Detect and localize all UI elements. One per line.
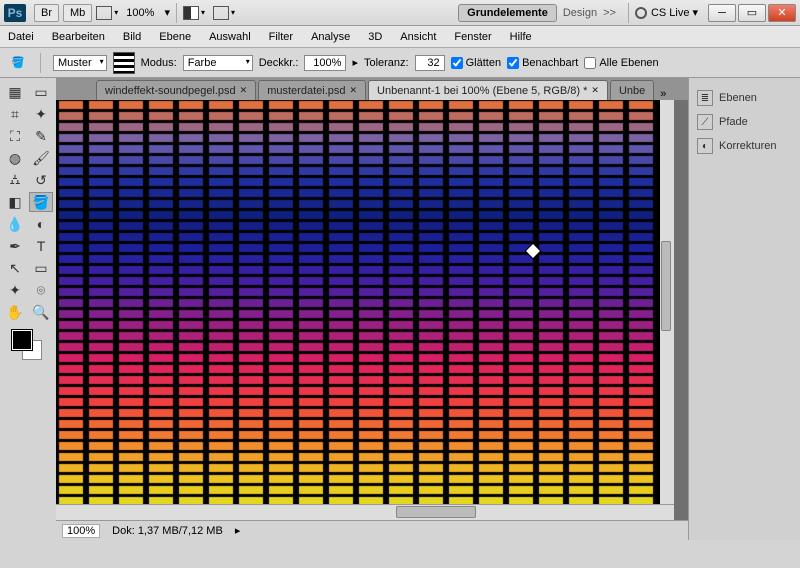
bridge-button[interactable]: Br: [34, 4, 59, 22]
maximize-button[interactable]: ▭: [738, 4, 766, 22]
workspace-design[interactable]: Design: [563, 7, 597, 19]
menu-hilfe[interactable]: Hilfe: [510, 31, 532, 43]
bucket-icon: 🪣: [8, 53, 28, 73]
bucket-tool[interactable]: 🪣: [29, 192, 53, 212]
zoom-tool[interactable]: 🔍: [29, 302, 53, 322]
close-icon[interactable]: ✕: [349, 85, 357, 96]
paths-icon: ⟋: [697, 114, 713, 130]
opacity-input[interactable]: 100%: [304, 55, 346, 71]
status-doc-size: Dok: 1,37 MB/7,12 MB: [112, 525, 223, 537]
pen-tool[interactable]: ✒: [3, 236, 27, 256]
chevron-icon[interactable]: ▸: [235, 524, 241, 537]
history-brush-tool[interactable]: ↺: [29, 170, 53, 190]
menu-3d[interactable]: 3D: [368, 31, 382, 43]
minimize-button[interactable]: ─: [708, 4, 736, 22]
status-zoom[interactable]: 100%: [62, 524, 100, 538]
shape-tool[interactable]: ▭: [29, 258, 53, 278]
menu-ebene[interactable]: Ebene: [159, 31, 191, 43]
eraser-tool[interactable]: ◧: [3, 192, 27, 212]
document-tabs: windeffekt-soundpegel.psd✕ musterdatei.p…: [56, 78, 688, 100]
screen-mode-dropdown[interactable]: ▾: [213, 6, 235, 20]
brush-tool[interactable]: 🖌: [29, 148, 53, 168]
layers-icon: ≣: [697, 90, 713, 106]
fill-source-select[interactable]: Muster: [53, 55, 107, 71]
tab-1[interactable]: windeffekt-soundpegel.psd✕: [96, 80, 256, 100]
options-bar: 🪣 Muster Modus: Farbe Deckkr.: 100% ▸ Tol…: [0, 48, 800, 78]
panel-pfade[interactable]: ⟋Pfade: [695, 110, 794, 134]
chevron-down-icon: ▾: [164, 6, 170, 19]
arrange-dropdown[interactable]: ▾: [183, 6, 205, 20]
crop-tool[interactable]: ⛶: [3, 126, 27, 146]
color-swatches[interactable]: [12, 330, 44, 362]
tolerance-label: Toleranz:: [364, 57, 409, 69]
modus-select[interactable]: Farbe: [183, 55, 253, 71]
foreground-swatch[interactable]: [12, 330, 32, 350]
path-tool[interactable]: ↖: [3, 258, 27, 278]
workspace-more[interactable]: >>: [603, 7, 616, 19]
menu-fenster[interactable]: Fenster: [454, 31, 491, 43]
status-bar: 100% Dok: 1,37 MB/7,12 MB ▸: [56, 520, 688, 540]
contiguous-checkbox[interactable]: Benachbart: [507, 57, 578, 69]
hand-tool[interactable]: ✋: [3, 302, 27, 322]
menu-ansicht[interactable]: Ansicht: [400, 31, 436, 43]
marquee-tool[interactable]: ▭: [29, 82, 53, 102]
panel-korrekturen[interactable]: ◐Korrekturen: [695, 134, 794, 158]
menu-bearbeiten[interactable]: Bearbeiten: [52, 31, 105, 43]
ring-icon: [635, 7, 647, 19]
tab-4[interactable]: Unbe: [610, 80, 654, 100]
camera-tool[interactable]: ⌾: [29, 280, 53, 300]
antialias-checkbox[interactable]: Glätten: [451, 57, 501, 69]
pattern-swatch[interactable]: [113, 52, 135, 74]
menu-filter[interactable]: Filter: [269, 31, 293, 43]
workspace-button[interactable]: Grundelemente: [458, 4, 557, 22]
3d-tool[interactable]: ✦: [3, 280, 27, 300]
tab-3[interactable]: Unbenannt-1 bei 100% (Ebene 5, RGB/8) *✕: [368, 80, 608, 100]
close-icon[interactable]: ✕: [240, 85, 248, 96]
tab-overflow[interactable]: »: [660, 88, 666, 100]
cslive-button[interactable]: CS Live▾: [635, 6, 698, 19]
move-tool[interactable]: ▦: [3, 82, 27, 102]
zoom-level[interactable]: 100%: [126, 7, 154, 19]
menu-analyse[interactable]: Analyse: [311, 31, 350, 43]
menubar: Datei Bearbeiten Bild Ebene Auswahl Filt…: [0, 26, 800, 48]
canvas[interactable]: [56, 100, 674, 504]
separator: [176, 3, 177, 23]
tool-palette: ▦▭ ⌗✦ ⛶✎ ◍🖌 ⛼↺ ◧🪣 💧◐ ✒T ↖▭ ✦⌾ ✋🔍: [0, 78, 56, 540]
horizontal-scrollbar[interactable]: [56, 504, 674, 520]
scrollbar-thumb[interactable]: [396, 506, 476, 518]
lasso-tool[interactable]: ⌗: [3, 104, 27, 124]
panels-dock: ≣Ebenen ⟋Pfade ◐Korrekturen: [688, 78, 800, 540]
chevron-icon[interactable]: ▸: [352, 56, 358, 69]
menu-datei[interactable]: Datei: [8, 31, 34, 43]
stamp-tool[interactable]: ⛼: [3, 170, 27, 190]
separator: [628, 3, 629, 23]
eyedropper-tool[interactable]: ✎: [29, 126, 53, 146]
view-extras-dropdown[interactable]: ▾: [96, 6, 118, 20]
close-icon[interactable]: ✕: [591, 85, 599, 96]
healing-tool[interactable]: ◍: [3, 148, 27, 168]
type-tool[interactable]: T: [29, 236, 53, 256]
minibridge-button[interactable]: Mb: [63, 4, 92, 22]
vertical-scrollbar[interactable]: [660, 100, 674, 504]
wand-tool[interactable]: ✦: [29, 104, 53, 124]
panel-ebenen[interactable]: ≣Ebenen: [695, 86, 794, 110]
adjustments-icon: ◐: [697, 138, 713, 154]
tolerance-input[interactable]: 32: [415, 55, 445, 71]
all-layers-checkbox[interactable]: Alle Ebenen: [584, 57, 658, 69]
dodge-tool[interactable]: ◐: [29, 214, 53, 234]
modus-label: Modus:: [141, 57, 177, 69]
titlebar: Ps Br Mb ▾ 100% ▾ ▾ ▾ Grundelemente Desig…: [0, 0, 800, 26]
menu-bild[interactable]: Bild: [123, 31, 141, 43]
menu-auswahl[interactable]: Auswahl: [209, 31, 251, 43]
close-button[interactable]: ✕: [768, 4, 796, 22]
ps-logo: Ps: [4, 4, 26, 22]
scrollbar-thumb[interactable]: [661, 241, 671, 331]
tab-2[interactable]: musterdatei.psd✕: [258, 80, 366, 100]
blur-tool[interactable]: 💧: [3, 214, 27, 234]
opacity-label: Deckkr.:: [259, 57, 299, 69]
separator: [40, 53, 41, 73]
